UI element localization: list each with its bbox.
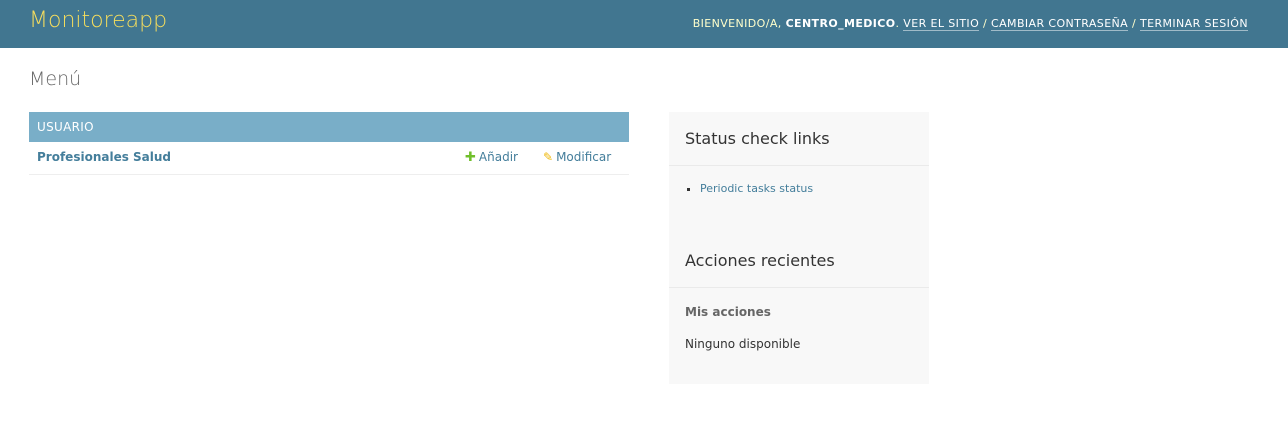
- page-title: Menú: [29, 68, 82, 90]
- site-branding[interactable]: Monitoreapp: [29, 8, 167, 33]
- separator: /: [1128, 17, 1140, 30]
- model-link[interactable]: Profesionales Salud: [37, 150, 171, 164]
- user-tools: Bienvenido/a, CENTRO_MEDICO. Ver el siti…: [692, 17, 1248, 31]
- view-site-link[interactable]: Ver el sitio: [903, 17, 980, 31]
- app-module: USUARIO Profesionales Salud ✚ Añadir ✎ Mod…: [29, 112, 629, 175]
- change-password-link[interactable]: Cambiar contraseña: [991, 17, 1129, 31]
- separator: /: [979, 17, 992, 30]
- add-label: Añadir: [478, 150, 518, 164]
- status-check-list: Periodic tasks status: [669, 166, 929, 234]
- status-link-periodic-tasks[interactable]: Periodic tasks status: [700, 182, 913, 195]
- header: Monitoreapp Bienvenido/a, CENTRO_MEDICO.…: [0, 0, 1288, 48]
- change-link[interactable]: ✎ Modificar: [543, 150, 611, 164]
- sidebar: Status check links Periodic tasks status…: [669, 112, 929, 384]
- status-check-heading: Status check links: [669, 112, 929, 166]
- pencil-icon: ✎: [543, 150, 554, 164]
- logout-link[interactable]: Terminar sesión: [1140, 17, 1248, 31]
- change-label: Modificar: [556, 150, 612, 164]
- none-available-text: Ninguno disponible: [685, 337, 801, 351]
- recent-actions-heading: Acciones recientes: [669, 234, 929, 288]
- welcome-text: Bienvenido/a,: [692, 17, 786, 30]
- my-actions-heading: Mis acciones: [685, 305, 771, 319]
- username: CENTRO_MEDICO: [785, 17, 896, 30]
- app-caption-link[interactable]: USUARIO: [29, 112, 629, 142]
- model-row: Profesionales Salud ✚ Añadir ✎ Modificar: [29, 142, 629, 175]
- add-link[interactable]: ✚ Añadir: [465, 150, 518, 165]
- plus-icon: ✚: [465, 150, 476, 165]
